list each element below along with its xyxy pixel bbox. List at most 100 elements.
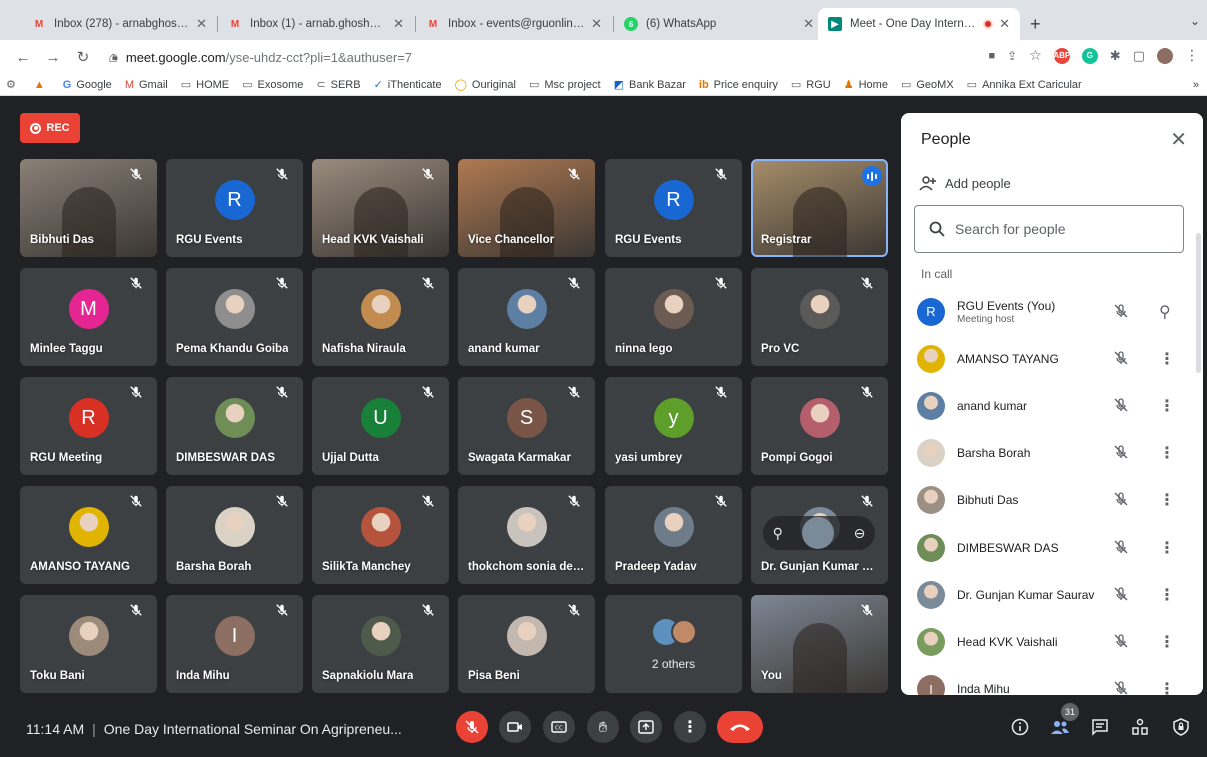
back-arrow-icon[interactable]: ←: [10, 49, 36, 66]
bookmark-google[interactable]: G Google: [63, 79, 112, 91]
participant-tile[interactable]: Pompi Gogoi: [751, 377, 888, 475]
more-icon[interactable]: ⋮: [1159, 632, 1175, 652]
participant-tile[interactable]: Registrar: [751, 159, 888, 257]
participant-tile[interactable]: AMANSO TAYANG: [20, 486, 157, 584]
search-people-input[interactable]: Search for people: [914, 205, 1184, 253]
browser-tab-2[interactable]: M Inbox (1) - arnab.ghosh@rgu.ac ✕: [218, 8, 414, 40]
bookmark-price-enquiry[interactable]: ib Price enquiry: [699, 79, 778, 91]
chat-button[interactable]: [1090, 717, 1110, 737]
close-icon[interactable]: ✕: [1170, 127, 1187, 152]
raise-hand-button[interactable]: ✋︎: [587, 711, 619, 743]
participant-tile[interactable]: S Swagata Karmakar: [458, 377, 595, 475]
participant-tile[interactable]: R RGU Meeting: [20, 377, 157, 475]
participant-row[interactable]: DIMBESWAR DAS ⋮: [901, 524, 1197, 571]
participant-tile[interactable]: DIMBESWAR DAS: [166, 377, 303, 475]
more-icon[interactable]: ⋮: [1159, 349, 1175, 369]
participant-tile[interactable]: I Inda Mihu: [166, 595, 303, 693]
participant-tile[interactable]: ninna lego: [605, 268, 742, 366]
participant-tile[interactable]: M Minlee Taggu: [20, 268, 157, 366]
participant-row[interactable]: Dr. Gunjan Kumar Saurav ⋮: [901, 571, 1197, 618]
bookmark-unnamed[interactable]: ▲: [34, 79, 50, 91]
participant-tile[interactable]: Pema Khandu Goiba: [166, 268, 303, 366]
participant-tile[interactable]: Barsha Borah: [166, 486, 303, 584]
bookmark-serb[interactable]: ⊂ SERB: [316, 78, 360, 92]
bookmark-rgu[interactable]: ▭ RGU: [791, 78, 831, 92]
close-tab-icon[interactable]: ✕: [393, 16, 404, 32]
pin-icon[interactable]: ⚲: [773, 525, 783, 542]
participant-tile[interactable]: Sapnakiolu Mara: [312, 595, 449, 693]
browser-tab-3[interactable]: M Inbox - events@rguonline.in - R ✕: [416, 8, 612, 40]
more-options-button[interactable]: ⋮: [674, 711, 706, 743]
bookmark-star-icon[interactable]: ☆: [1029, 47, 1042, 64]
more-icon[interactable]: ⋮: [1159, 679, 1175, 695]
bookmark-ithenticate[interactable]: ✓ iThenticate: [374, 78, 442, 92]
camera-in-use-icon[interactable]: ■: [989, 50, 996, 62]
bookmark-gmail[interactable]: M Gmail: [125, 79, 168, 91]
bookmark-bank-bazar[interactable]: ◩ Bank Bazar: [614, 78, 686, 92]
participant-tile[interactable]: Bibhuti Das: [20, 159, 157, 257]
bookmark-home[interactable]: ♟ Home: [844, 78, 888, 92]
close-tab-icon[interactable]: ✕: [999, 16, 1010, 32]
participant-tile[interactable]: y yasi umbrey: [605, 377, 742, 475]
bookmark-annika[interactable]: ▭ Annika Ext Caricular: [967, 78, 1082, 92]
more-icon[interactable]: ⋮: [1159, 396, 1175, 416]
meeting-details-button[interactable]: [1010, 717, 1030, 737]
share-icon[interactable]: ⇪: [1007, 49, 1017, 63]
participant-tile[interactable]: You: [751, 595, 888, 693]
participant-tile[interactable]: Pro VC: [751, 268, 888, 366]
participant-row[interactable]: AMANSO TAYANG ⋮: [901, 335, 1197, 382]
host-controls-button[interactable]: [1171, 717, 1191, 737]
participant-row[interactable]: Bibhuti Das ⋮: [901, 477, 1197, 524]
apps-icon[interactable]: ⚙︎: [6, 78, 21, 91]
participant-tile[interactable]: anand kumar: [458, 268, 595, 366]
more-icon[interactable]: ⋮: [1159, 490, 1175, 510]
more-bookmarks-icon[interactable]: »: [1193, 79, 1199, 91]
toggle-microphone-button[interactable]: [456, 711, 488, 743]
participant-row[interactable]: anand kumar ⋮: [901, 382, 1197, 429]
present-now-button[interactable]: [630, 711, 662, 743]
participant-tile[interactable]: R RGU Events: [605, 159, 742, 257]
participant-tile[interactable]: Pradeep Yadav: [605, 486, 742, 584]
bookmark-home-folder[interactable]: ▭ HOME: [181, 78, 229, 92]
add-people-button[interactable]: Add people: [919, 175, 1011, 191]
participant-row[interactable]: I Inda Mihu ⋮: [901, 666, 1197, 695]
participant-tile[interactable]: Nafisha Niraula: [312, 268, 449, 366]
new-tab-button[interactable]: +: [1030, 14, 1041, 35]
address-bar[interactable]: 🔒︎ meet.google.com /yse-uhdz-cct?pli=1&a…: [112, 44, 1042, 70]
captions-button[interactable]: CC: [543, 711, 575, 743]
participant-tile[interactable]: Pisa Beni: [458, 595, 595, 693]
bookmark-geomx[interactable]: ▭ GeoMX: [901, 78, 954, 92]
browser-tab-5-active[interactable]: ▶ Meet - One Day Internation ✕: [818, 8, 1020, 40]
participant-tile[interactable]: U Ujjal Dutta: [312, 377, 449, 475]
browser-tab-1[interactable]: M Inbox (278) - arnabghosh.mail… ✕: [22, 8, 217, 40]
extensions-puzzle-icon[interactable]: ✱: [1110, 48, 1121, 64]
close-tab-icon[interactable]: ✕: [591, 16, 602, 32]
more-icon[interactable]: ⋮: [1159, 585, 1175, 605]
participant-tile[interactable]: SilikTa Manchey: [312, 486, 449, 584]
bookmark-msc-project[interactable]: ▭ Msc project: [529, 78, 601, 92]
forward-arrow-icon[interactable]: →: [40, 49, 66, 66]
participant-row[interactable]: R RGU Events (You) Meeting host ⚲: [901, 288, 1197, 335]
participant-tile[interactable]: 2 others: [605, 595, 742, 693]
browser-menu-icon[interactable]: ⋮: [1185, 47, 1199, 64]
browser-tab-4[interactable]: 6 (6) WhatsApp ✕: [614, 8, 824, 40]
participant-tile[interactable]: Vice Chancellor: [458, 159, 595, 257]
recording-badge[interactable]: REC: [20, 113, 80, 143]
grammarly-extension-icon[interactable]: G: [1081, 47, 1098, 64]
toggle-camera-button[interactable]: [499, 711, 531, 743]
participant-row[interactable]: Head KVK Vaishali ⋮: [901, 618, 1197, 665]
leave-call-button[interactable]: [717, 711, 763, 743]
side-panel-icon[interactable]: ▢: [1133, 48, 1145, 64]
profile-avatar[interactable]: [1157, 47, 1173, 64]
participant-row[interactable]: Barsha Borah ⋮: [901, 430, 1197, 477]
participant-tile[interactable]: Toku Bani: [20, 595, 157, 693]
participant-tile[interactable]: ⚲ ⊖ Dr. Gunjan Kumar …: [751, 486, 888, 584]
pin-icon[interactable]: ⚲: [1159, 302, 1171, 322]
bookmark-exosome[interactable]: ▭ Exosome: [242, 78, 303, 92]
participant-tile[interactable]: Head KVK Vaishali: [312, 159, 449, 257]
panel-scrollbar[interactable]: [1196, 233, 1201, 373]
abp-extension-icon[interactable]: ABP: [1053, 47, 1070, 64]
more-icon[interactable]: ⋮: [1159, 538, 1175, 558]
more-icon[interactable]: ⋮: [1159, 443, 1175, 463]
reload-icon[interactable]: ↻: [70, 48, 96, 66]
